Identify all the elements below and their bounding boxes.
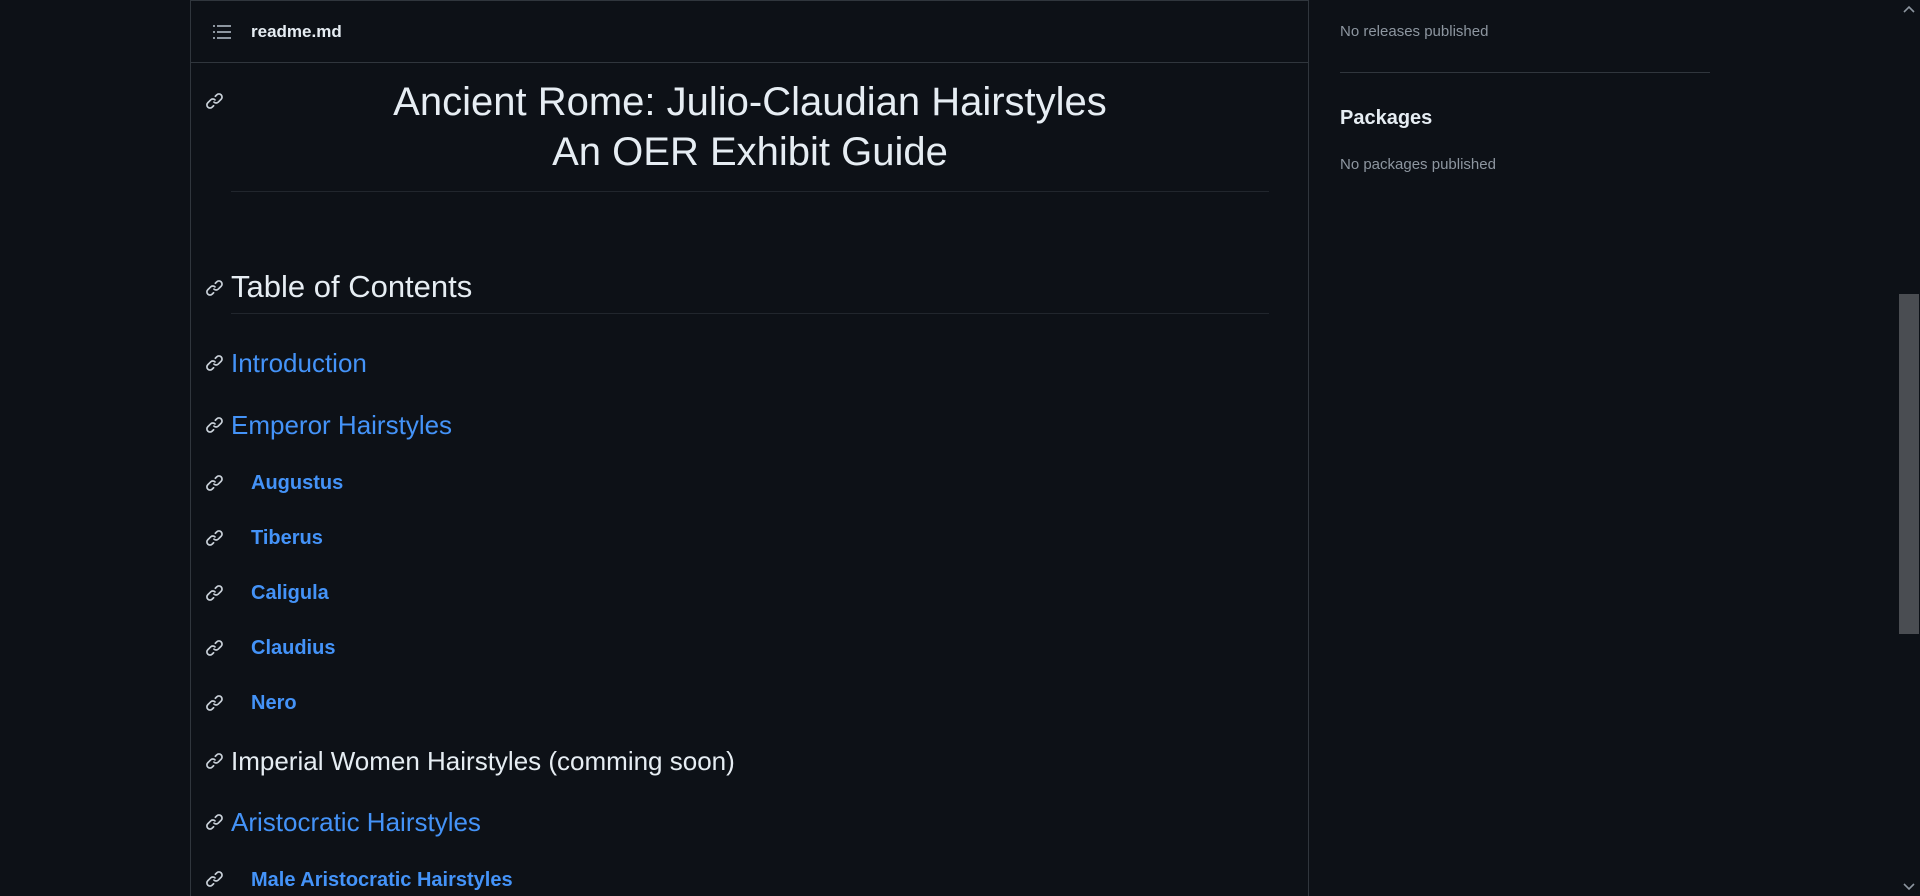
link-icon[interactable] xyxy=(205,278,225,298)
readme-filename: readme.md xyxy=(251,21,342,41)
toc-link-aristocratic-hairstyles[interactable]: Aristocratic Hairstyles xyxy=(231,805,481,839)
toc-link-introduction[interactable]: Introduction xyxy=(231,346,367,380)
scrollbar-thumb[interactable] xyxy=(1899,294,1919,634)
readme-header: readme.md xyxy=(191,1,1308,63)
link-icon[interactable] xyxy=(205,583,225,603)
link-icon[interactable] xyxy=(205,91,225,111)
toc-link-tiberus[interactable]: Tiberus xyxy=(251,525,323,551)
link-icon[interactable] xyxy=(205,812,225,832)
title-line-1: Ancient Rome: Julio-Claudian Hairstyles xyxy=(393,80,1107,124)
toc-link-claudius[interactable]: Claudius xyxy=(251,635,335,661)
title-line-2: An OER Exhibit Guide xyxy=(552,130,948,174)
toc-link-augustus[interactable]: Augustus xyxy=(251,470,343,496)
link-icon[interactable] xyxy=(205,751,225,771)
link-icon[interactable] xyxy=(205,415,225,435)
toc-link-nero[interactable]: Nero xyxy=(251,690,297,716)
sidebar-divider xyxy=(1340,72,1710,73)
toc-imperial-women-hairstyles: Imperial Women Hairstyles (comming soon) xyxy=(231,746,735,776)
page-scrollbar[interactable] xyxy=(1898,0,1920,896)
chevron-down-icon[interactable] xyxy=(1903,882,1915,892)
chevron-up-icon[interactable] xyxy=(1903,4,1915,14)
toc-link-emperor-hairstyles[interactable]: Emperor Hairstyles xyxy=(231,408,452,442)
packages-heading[interactable]: Packages xyxy=(1340,107,1432,130)
link-icon[interactable] xyxy=(205,869,225,889)
link-icon[interactable] xyxy=(205,638,225,658)
page: readme.md Ancient Rome: Julio-Claudian H… xyxy=(0,0,1920,896)
page-title: Ancient Rome: Julio-Claudian Hairstyles … xyxy=(231,77,1269,192)
link-icon[interactable] xyxy=(205,353,225,373)
toc-heading: Table of Contents xyxy=(231,267,1269,314)
packages-empty-text: No packages published xyxy=(1340,156,1496,173)
link-icon[interactable] xyxy=(205,473,225,493)
link-icon[interactable] xyxy=(205,528,225,548)
readme-panel: readme.md Ancient Rome: Julio-Claudian H… xyxy=(190,0,1309,896)
toc-link-caligula[interactable]: Caligula xyxy=(251,580,329,606)
link-icon[interactable] xyxy=(205,693,225,713)
releases-empty-text: No releases published xyxy=(1340,23,1489,40)
toc-link-male-aristocratic-hairstyles[interactable]: Male Aristocratic Hairstyles xyxy=(251,867,513,893)
list-unordered-icon[interactable] xyxy=(211,21,233,43)
